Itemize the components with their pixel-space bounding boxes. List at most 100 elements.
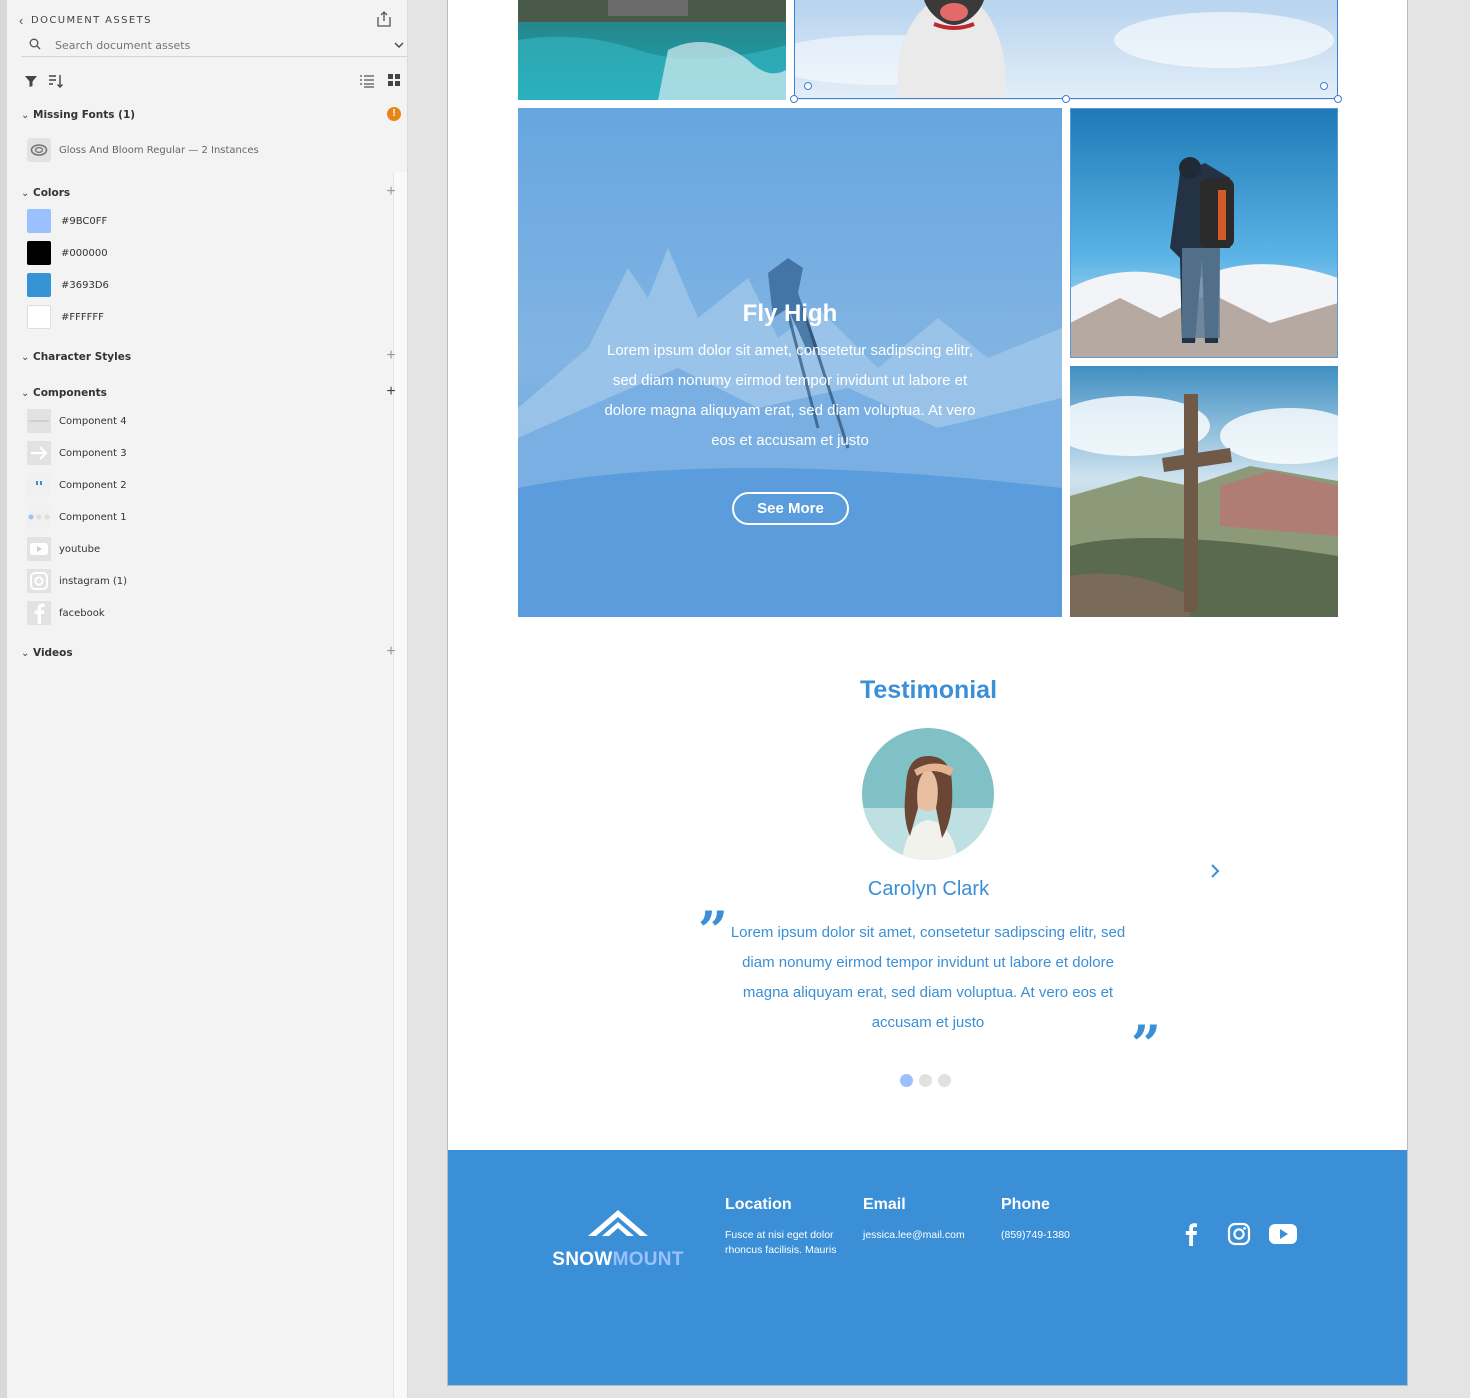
- color-label: #FFFFFF: [61, 311, 104, 323]
- chevron-right-icon[interactable]: [1208, 862, 1222, 880]
- open-quote-mark: ”: [698, 901, 728, 962]
- search-bar: [21, 35, 407, 57]
- husky-image[interactable]: [794, 0, 1338, 100]
- share-icon[interactable]: [375, 10, 395, 28]
- brand-name-part2: MOUNT: [612, 1249, 684, 1270]
- component-label: facebook: [59, 607, 105, 619]
- creative-cloud-icon: [27, 138, 51, 162]
- facebook-icon[interactable]: [1184, 1222, 1212, 1246]
- section-character-styles[interactable]: ⌄ Character Styles +: [21, 347, 401, 365]
- search-icon: [21, 37, 47, 55]
- summit-cross-image[interactable]: [1070, 366, 1338, 617]
- carousel-dots: [900, 1074, 957, 1087]
- brand-logo[interactable]: SNOWMOUNT: [548, 1208, 688, 1271]
- section-label: Missing Fonts (1): [33, 109, 136, 121]
- chevron-down-icon[interactable]: ⌄: [21, 352, 33, 363]
- facebook-icon: [27, 601, 51, 625]
- plus-icon[interactable]: +: [383, 347, 399, 365]
- grid-view-icon[interactable]: [387, 73, 405, 91]
- testimonial-avatar[interactable]: [862, 728, 994, 860]
- testimonial-name: Carolyn Clark: [867, 878, 990, 900]
- section-label: Character Styles: [33, 351, 132, 363]
- chevron-left-icon[interactable]: ‹: [19, 13, 31, 28]
- color-swatch-item[interactable]: #000000: [27, 241, 108, 265]
- hero-body: Lorem ipsum dolor sit amet, consetetur s…: [604, 342, 976, 449]
- list-view-icon[interactable]: [359, 73, 377, 91]
- youtube-icon: [27, 537, 51, 561]
- footer-email: Email jessica.lee@mail.com: [863, 1196, 993, 1243]
- filter-icon[interactable]: [23, 73, 41, 91]
- footer-location: Location Fusce at nisi eget dolor rhoncu…: [725, 1196, 849, 1258]
- component-item[interactable]: Component 2: [27, 473, 127, 497]
- plus-icon[interactable]: +: [383, 383, 399, 401]
- carousel-dot[interactable]: [900, 1074, 913, 1087]
- corner-radius-handle[interactable]: [804, 82, 812, 90]
- chevron-down-icon[interactable]: ⌄: [21, 648, 33, 659]
- footer-email-text[interactable]: jessica.lee@mail.com: [863, 1228, 993, 1243]
- youtube-icon[interactable]: [1268, 1222, 1298, 1246]
- component-item[interactable]: Component 3: [27, 441, 127, 465]
- panel-header: ‹ DOCUMENT ASSETS: [19, 10, 397, 30]
- color-swatch: [27, 241, 51, 265]
- component-item[interactable]: Component 1: [27, 505, 127, 529]
- chevron-down-icon[interactable]: ⌄: [21, 188, 33, 199]
- section-videos[interactable]: ⌄ Videos +: [21, 643, 401, 661]
- footer-email-heading: Email: [863, 1196, 906, 1213]
- color-swatch: [27, 273, 51, 297]
- resize-handle[interactable]: [790, 95, 798, 103]
- hero-text-block: Fly High Lorem ipsum dolor sit amet, con…: [518, 300, 1062, 456]
- search-input[interactable]: [55, 39, 375, 52]
- plus-icon[interactable]: +: [383, 643, 399, 661]
- hiker-image[interactable]: [1070, 108, 1338, 358]
- section-components[interactable]: ⌄ Components +: [21, 383, 401, 401]
- panel-toolbar: [21, 73, 407, 91]
- sort-icon[interactable]: [47, 73, 65, 91]
- color-swatch-item[interactable]: #FFFFFF: [27, 305, 104, 329]
- section-label: Components: [33, 387, 107, 399]
- artboard[interactable]: Fly High Lorem ipsum dolor sit amet, con…: [447, 0, 1408, 1386]
- component-item[interactable]: instagram (1): [27, 569, 127, 593]
- resize-handle[interactable]: [1334, 95, 1342, 103]
- color-swatch-item[interactable]: #3693D6: [27, 273, 109, 297]
- component-item[interactable]: youtube: [27, 537, 100, 561]
- component-item[interactable]: Component 4: [27, 409, 127, 433]
- component-label: Component 4: [59, 415, 127, 427]
- plus-icon[interactable]: +: [383, 183, 399, 201]
- component-label: Component 1: [59, 511, 127, 523]
- see-more-button[interactable]: See More: [732, 492, 849, 525]
- component-label: Component 2: [59, 479, 127, 491]
- footer-location-text: Fusce at nisi eget dolor rhoncus facilis…: [725, 1229, 837, 1256]
- instagram-icon[interactable]: [1227, 1222, 1255, 1246]
- component-label: youtube: [59, 543, 101, 555]
- component-item[interactable]: facebook: [27, 601, 105, 625]
- resize-handle[interactable]: [1062, 95, 1070, 103]
- panel-title: DOCUMENT ASSETS: [31, 14, 152, 26]
- carousel-dot[interactable]: [919, 1074, 932, 1087]
- testimonial-title: Testimonial: [859, 676, 998, 704]
- section-missing-fonts[interactable]: ⌄ Missing Fonts (1) !: [21, 107, 401, 123]
- section-colors[interactable]: ⌄ Colors +: [21, 183, 401, 201]
- footer-phone-text: (859)749-1380: [1001, 1229, 1070, 1241]
- color-swatch: [27, 305, 51, 329]
- component-label: instagram (1): [59, 575, 128, 587]
- missing-font-item[interactable]: Gloss And Bloom Regular — 2 Instances: [27, 138, 259, 162]
- lake-image[interactable]: [518, 0, 786, 100]
- site-footer: SNOWMOUNT Location Fusce at nisi eget do…: [448, 1150, 1407, 1385]
- chevron-down-icon[interactable]: ⌄: [21, 388, 33, 399]
- section-label: Videos: [33, 647, 73, 659]
- color-swatch-item[interactable]: #9BC0FF: [27, 209, 107, 233]
- quote-icon: [27, 473, 51, 497]
- corner-radius-handle[interactable]: [1320, 82, 1328, 90]
- chevron-down-icon[interactable]: [393, 38, 405, 56]
- chevron-down-icon[interactable]: ⌄: [21, 110, 33, 121]
- missing-font-label: Gloss And Bloom Regular — 2 Instances: [59, 144, 259, 156]
- footer-phone: Phone (859)749-1380: [1001, 1196, 1121, 1243]
- mountain-logo-icon: [588, 1210, 648, 1236]
- footer-phone-heading: Phone: [1001, 1196, 1050, 1213]
- color-label: #000000: [61, 247, 108, 259]
- brand-name-part1: SNOW: [552, 1249, 613, 1270]
- arrow-right-icon: [27, 441, 51, 465]
- section-label: Colors: [33, 187, 71, 199]
- component-thumbnail: [27, 409, 51, 433]
- carousel-dot[interactable]: [938, 1074, 951, 1087]
